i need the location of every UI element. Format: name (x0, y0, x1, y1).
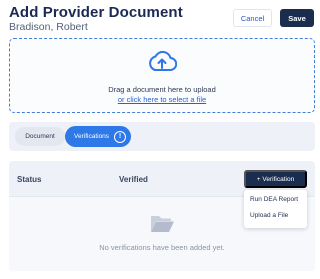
upload-dropzone[interactable]: Drag a document here to upload or click … (9, 38, 315, 113)
select-file-link[interactable]: or click here to select a file (10, 95, 314, 104)
save-button[interactable]: Save (280, 9, 314, 27)
tab-bar: Document Verifications ! (9, 122, 315, 151)
cloud-upload-icon (149, 50, 177, 71)
upload-instruction: Drag a document here to upload (108, 85, 216, 94)
cancel-button[interactable]: Cancel (233, 9, 272, 27)
page-title: Add Provider Document (9, 4, 183, 21)
tab-verifications-label: Verifications (74, 133, 110, 140)
column-header-status: Status (17, 175, 42, 184)
tab-document[interactable]: Document (15, 127, 65, 146)
menu-item-upload-file[interactable]: Upload a File (250, 212, 288, 219)
add-verification-label: + Verification (256, 175, 295, 183)
tab-verifications[interactable]: Verifications ! (65, 126, 131, 147)
empty-folder-icon (151, 216, 174, 232)
column-header-verified: Verified (119, 175, 148, 184)
provider-name: Bradison, Robert (9, 21, 88, 33)
verification-menu: Run DEA Report Upload a File (244, 190, 307, 228)
info-icon: ! (114, 130, 126, 143)
menu-item-run-dea-report[interactable]: Run DEA Report (250, 196, 298, 203)
empty-state-message: No verifications have been added yet. (99, 243, 225, 252)
add-verification-button[interactable]: + Verification (244, 170, 307, 188)
